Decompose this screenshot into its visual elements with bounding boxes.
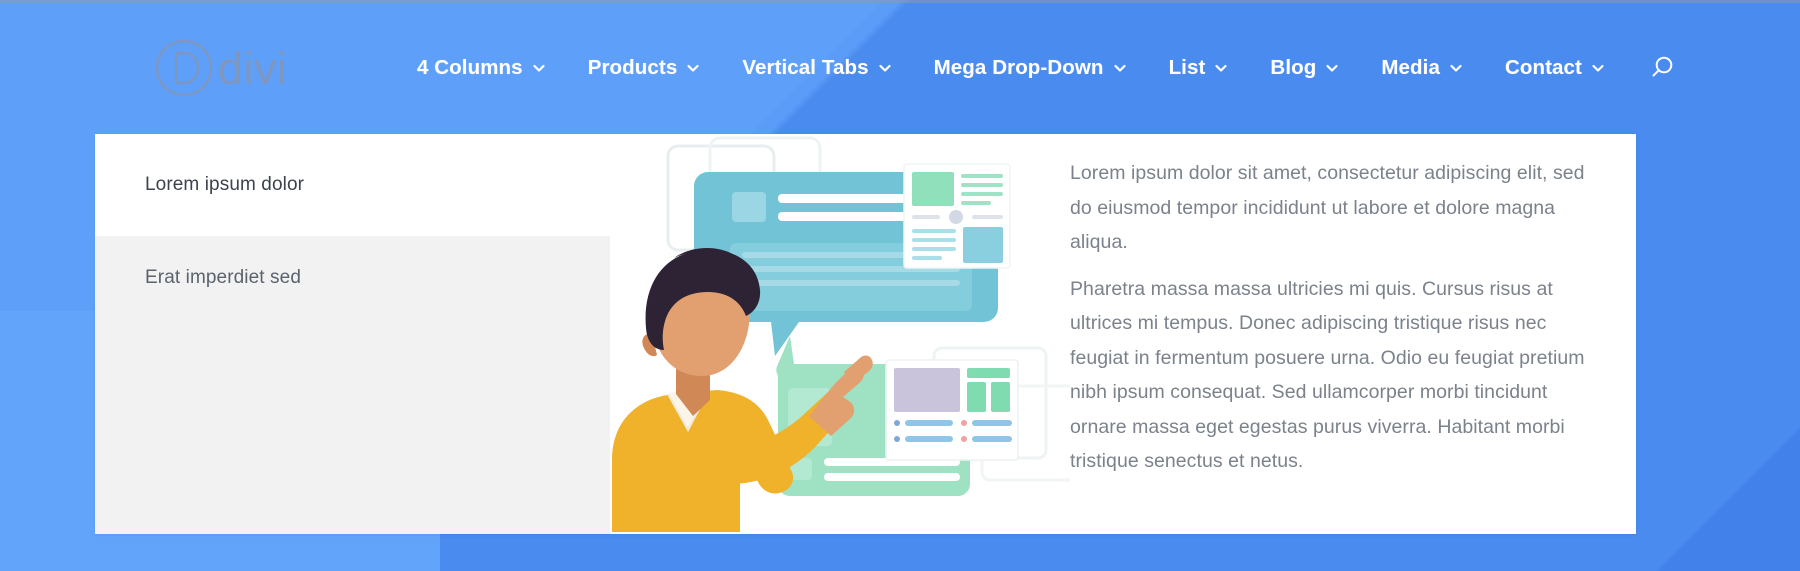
nav-label: Blog: [1270, 56, 1317, 79]
tab-lorem-ipsum-dolor[interactable]: Lorem ipsum dolor: [95, 134, 610, 236]
nav-label: List: [1168, 56, 1206, 79]
chevron-down-icon: [1591, 61, 1605, 75]
logo-wordmark: divi: [218, 42, 288, 94]
tab-list: Lorem ipsum dolor Erat imperdiet sed: [95, 134, 610, 534]
nav-label: Mega Drop-Down: [933, 56, 1104, 79]
chevron-down-icon: [878, 61, 892, 75]
chevron-down-icon: [686, 61, 700, 75]
nav-item-4-columns[interactable]: 4 Columns: [396, 50, 567, 86]
nav-item-contact[interactable]: Contact: [1484, 50, 1626, 86]
tab-label: Erat imperdiet sed: [145, 267, 301, 288]
site-logo[interactable]: divi: [155, 39, 288, 97]
content-paragraph-2: Pharetra massa massa ultricies mi quis. …: [1070, 277, 1585, 473]
main-navigation: 4 Columns Products Vertical Tabs Mega Dr…: [396, 50, 1680, 86]
tab-erat-imperdiet-sed[interactable]: Erat imperdiet sed: [95, 236, 610, 534]
nav-label: Products: [587, 56, 678, 79]
chevron-down-icon: [1113, 61, 1127, 75]
nav-label: 4 Columns: [416, 56, 523, 79]
chevron-down-icon: [532, 61, 546, 75]
nav-label: Contact: [1504, 56, 1582, 79]
person-pointing-at-chat-bubbles-illustration: [610, 134, 1070, 534]
tab-label: Lorem ipsum dolor: [145, 174, 305, 195]
nav-label: Vertical Tabs: [742, 56, 869, 79]
search-icon[interactable]: [1644, 50, 1680, 86]
d-circle-logo-icon: [155, 39, 213, 97]
content-paragraph-1: Lorem ipsum dolor sit amet, consectetur …: [1070, 162, 1585, 253]
nav-item-list[interactable]: List: [1148, 50, 1250, 86]
nav-label: Media: [1381, 56, 1440, 79]
nav-item-vertical-tabs[interactable]: Vertical Tabs: [721, 50, 912, 86]
browser-chrome-edge: [0, 0, 1800, 3]
vertical-tabs-module: Lorem ipsum dolor Erat imperdiet sed Lor…: [95, 134, 1636, 534]
nav-item-mega-drop-down[interactable]: Mega Drop-Down: [913, 50, 1148, 86]
nav-item-media[interactable]: Media: [1360, 50, 1484, 86]
nav-item-blog[interactable]: Blog: [1249, 50, 1360, 86]
tab-panel-content: Lorem ipsum dolor sit amet, consectetur …: [1070, 134, 1636, 534]
nav-item-products[interactable]: Products: [567, 50, 722, 86]
chevron-down-icon: [1449, 61, 1463, 75]
site-header: divi 4 Columns Products Vertical Tabs Me…: [0, 0, 1800, 136]
chevron-down-icon: [1214, 61, 1228, 75]
chevron-down-icon: [1325, 61, 1339, 75]
